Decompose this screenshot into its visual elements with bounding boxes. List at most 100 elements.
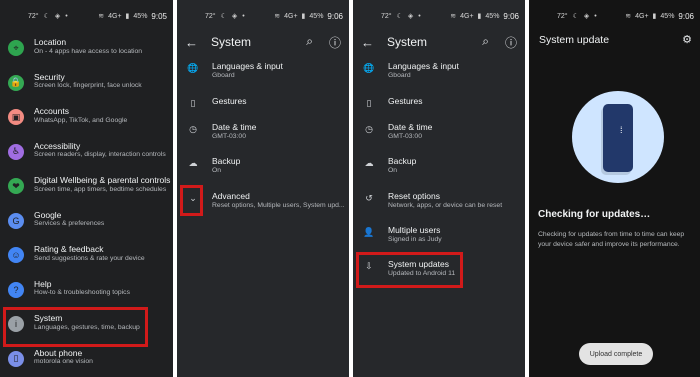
loading-dots-icon: ⁞ xyxy=(620,125,623,135)
list-item[interactable]: ❤ Digital Wellbeing & parental controls Sc… xyxy=(0,171,173,206)
list-item-text: Rating & feedback Send suggestions & rate… xyxy=(34,244,145,263)
list-item[interactable]: ⌖ Location On - 4 apps have access to loca… xyxy=(0,33,173,68)
accessibility-icon: ♿ xyxy=(8,143,24,160)
list-item-subtitle: Gboard xyxy=(388,72,411,80)
update-illustration: ⁞ xyxy=(572,91,664,183)
list-item-text: Multiple users Signed in as Judy xyxy=(388,225,442,245)
globe-icon: 🌐 xyxy=(187,63,199,73)
google-icon: G xyxy=(8,212,24,229)
temperature: 72° xyxy=(557,12,568,20)
list-item-text: Languages & input Gboard xyxy=(388,61,459,81)
gestures-icon: ▯ xyxy=(190,98,196,108)
battery-percent: 45% xyxy=(133,12,148,20)
help-icon[interactable]: ⓘ xyxy=(329,34,341,51)
battery-percent: 45% xyxy=(309,12,324,20)
temperature: 72° xyxy=(381,12,392,20)
clock: 9:06 xyxy=(503,11,519,21)
list-item-title: Backup xyxy=(212,156,241,166)
list-item[interactable]: ◷ Date & time GMT-03:00 xyxy=(353,122,525,142)
list-item-subtitle: Gboard xyxy=(212,72,235,80)
location-icon: ⌖ xyxy=(8,40,24,56)
list-item[interactable]: ♿ Accessibility Screen readers, display, i… xyxy=(0,137,173,172)
wellbeing-icon: ❤ xyxy=(8,178,24,194)
list-item-text: Accounts WhatsApp, TikTok, and Google xyxy=(34,106,127,125)
list-item-subtitle: On xyxy=(212,167,222,175)
list-item-subtitle: Screen readers, display, interaction con… xyxy=(34,151,166,159)
list-item-subtitle: How-to & troubleshooting topics xyxy=(34,289,130,297)
list-item-text: Help How-to & troubleshooting topics xyxy=(34,279,130,298)
list-item[interactable]: ☺ Rating & feedback Send suggestions & rat… xyxy=(0,240,173,275)
list-item[interactable]: ▯ Gestures xyxy=(177,96,349,109)
highlight-box xyxy=(3,307,148,347)
back-arrow-icon[interactable]: ← xyxy=(361,35,374,50)
list-item-text: Accessibility Screen readers, display, in… xyxy=(34,141,166,160)
battery-percent: 45% xyxy=(485,12,500,20)
list-item-text: Languages & input Gboard xyxy=(212,61,283,81)
list-item[interactable]: ◷ Date & time GMT-03:00 xyxy=(177,122,349,142)
back-arrow-icon[interactable]: ← xyxy=(185,35,198,50)
list-item-text: Google Services & preferences xyxy=(34,210,104,229)
globe-icon: 🌐 xyxy=(363,63,375,73)
app-bar: ← System ⌕ ⓘ xyxy=(177,32,349,52)
list-item-text: Security Screen lock, fingerprint, face u… xyxy=(34,72,142,91)
list-item[interactable]: ☁ Backup On xyxy=(177,156,349,176)
list-item-title: Security xyxy=(34,71,65,82)
checking-heading: Checking for updates… xyxy=(538,209,651,220)
dot-icon: • xyxy=(65,12,68,20)
list-item-title: Digital Wellbeing & parental controls xyxy=(34,175,171,185)
rating-icon: ☺ xyxy=(8,247,24,263)
help-icon: ? xyxy=(8,281,24,298)
list-item-title: Gestures xyxy=(388,96,423,106)
list-item[interactable]: 🔒 Security Screen lock, fingerprint, face … xyxy=(0,68,173,103)
list-item-title: Accounts xyxy=(34,106,69,116)
shield-icon: ◈ xyxy=(54,13,61,20)
accounts-icon: ▣ xyxy=(8,109,24,125)
list-item-title: Location xyxy=(34,37,67,47)
list-item-subtitle: Send suggestions & rate your device xyxy=(34,254,145,262)
list-item-subtitle: Screen lock, fingerprint, face unlock xyxy=(34,82,142,90)
list-item-text: Digital Wellbeing & parental controls Scr… xyxy=(34,175,170,194)
list-item-title: Languages & input xyxy=(388,61,459,71)
list-item-subtitle: Reset options, Multiple users, System up… xyxy=(212,202,345,210)
list-item[interactable]: 👤 Multiple users Signed in as Judy xyxy=(353,225,525,245)
list-item-title: Backup xyxy=(388,156,417,166)
list-item-text: Location On - 4 apps have access to locat… xyxy=(34,37,142,56)
list-item[interactable]: ▯ Gestures xyxy=(353,96,525,109)
battery-icon: ▮ xyxy=(652,13,657,20)
list-item[interactable]: ↺ Reset options Network, apps, or device c… xyxy=(353,191,525,211)
settings-panel: 72° ☾ ◈ • ≋ 4G+ ▮ 45% 9:05 ⌖ Location On -… xyxy=(0,0,173,377)
wifi-icon: ≋ xyxy=(274,13,281,20)
list-item-subtitle: On xyxy=(388,167,398,175)
battery-icon: ▮ xyxy=(125,13,130,20)
cloud-backup-icon: ☁ xyxy=(188,158,198,168)
list-item-subtitle: Signed in as Judy xyxy=(388,236,442,244)
list-item-text: Advanced Reset options, Multiple users, S… xyxy=(212,191,345,211)
list-item[interactable]: 🌐 Languages & input Gboard xyxy=(353,61,525,81)
search-icon[interactable]: ⌕ xyxy=(482,34,489,51)
list-item[interactable]: ▯ About phone motorola one vision xyxy=(0,344,173,377)
network-indicator: 4G+ xyxy=(108,12,122,20)
list-item[interactable]: 🌐 Languages & input Gboard xyxy=(177,61,349,81)
list-item-title: Multiple users xyxy=(388,225,441,235)
wifi-icon: ≋ xyxy=(98,13,105,20)
list-item-text: Backup On xyxy=(388,156,416,176)
page-title: System xyxy=(211,35,252,49)
help-icon[interactable]: ⓘ xyxy=(505,34,517,51)
list-item-title: Advanced xyxy=(212,191,250,201)
list-item[interactable]: ☁ Backup On xyxy=(353,156,525,176)
system-update-panel: 72° ☾ ◈ • ≋ 4G+ ▮ 45% 9:06 System update… xyxy=(529,0,700,377)
list-item-subtitle: GMT-03:00 xyxy=(388,133,422,141)
phone-illustration-icon: ⁞ xyxy=(603,104,633,172)
lock-icon: 🔒 xyxy=(8,74,24,91)
dot-icon: • xyxy=(418,12,421,20)
search-icon[interactable]: ⌕ xyxy=(306,34,313,51)
gear-icon[interactable]: ⚙ xyxy=(682,33,692,46)
moon-icon: ☾ xyxy=(220,13,227,20)
list-item[interactable]: G Google Services & preferences xyxy=(0,206,173,241)
list-item-text: Gestures xyxy=(212,96,247,107)
system-advanced-panel: 72° ☾ ◈ • ≋ 4G+ ▮ 45% 9:06 ← System ⌕ ⓘ … xyxy=(353,0,525,377)
clock-icon: ◷ xyxy=(365,124,373,134)
list-item[interactable]: ? Help How-to & troubleshooting topics xyxy=(0,275,173,310)
list-item-subtitle: Network, apps, or device can be reset xyxy=(388,202,503,210)
list-item[interactable]: ▣ Accounts WhatsApp, TikTok, and Google xyxy=(0,102,173,137)
